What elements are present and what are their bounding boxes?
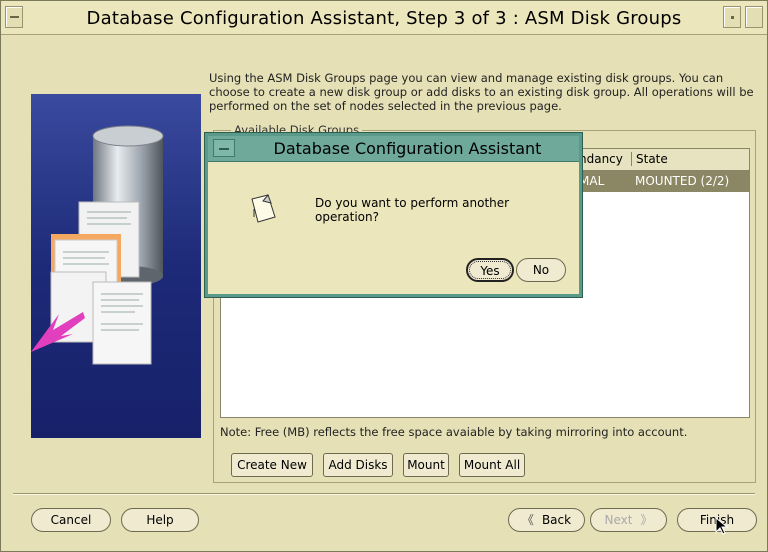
yes-button[interactable]: Yes — [466, 258, 514, 282]
dialog-menu-button[interactable] — [213, 139, 235, 157]
dot-icon — [731, 16, 734, 19]
window-title: Database Configuration Assistant, Step 3… — [86, 8, 682, 29]
column-header-redundancy[interactable]: ndancy — [579, 152, 623, 166]
dialog-message: Do you want to perform another operation… — [315, 196, 510, 224]
help-button[interactable]: Help — [121, 508, 199, 532]
note-icon — [251, 194, 276, 223]
back-label: Back — [541, 513, 572, 527]
window-minimize-button[interactable] — [723, 6, 741, 28]
window-titlebar: Database Configuration Assistant, Step 3… — [1, 1, 767, 35]
column-header-state[interactable]: State — [631, 152, 668, 166]
mouse-cursor-icon — [715, 517, 729, 535]
dialog-title: Database Configuration Assistant — [273, 139, 542, 158]
next-label: Next — [604, 513, 633, 527]
mount-all-button[interactable]: Mount All — [459, 453, 525, 477]
next-button[interactable]: Next 》 — [590, 508, 667, 532]
back-arrow-icon: 《 — [521, 513, 534, 527]
create-new-button[interactable]: Create New — [231, 453, 313, 477]
next-arrow-icon: 》 — [640, 513, 653, 527]
dialog-titlebar: Database Configuration Assistant — [208, 136, 579, 162]
cell-state: MOUNTED (2/2) — [635, 174, 730, 188]
add-disks-button[interactable]: Add Disks — [323, 453, 393, 477]
free-space-note: Note: Free (MB) reflects the free space … — [220, 425, 688, 439]
cell-redundancy: MAL — [579, 174, 605, 188]
confirm-dialog: Database Configuration Assistant Do you … — [205, 133, 582, 297]
footer-separator — [13, 493, 755, 495]
minimize-icon — [219, 148, 229, 150]
back-button[interactable]: 《 Back — [508, 508, 585, 532]
window-maximize-button[interactable] — [745, 6, 763, 28]
wizard-banner-image — [31, 94, 201, 438]
intro-text: Using the ASM Disk Groups page you can v… — [209, 71, 754, 113]
cancel-button[interactable]: Cancel — [31, 508, 111, 532]
mount-button[interactable]: Mount — [403, 453, 449, 477]
database-illustration — [31, 125, 164, 365]
no-button[interactable]: No — [516, 258, 566, 282]
